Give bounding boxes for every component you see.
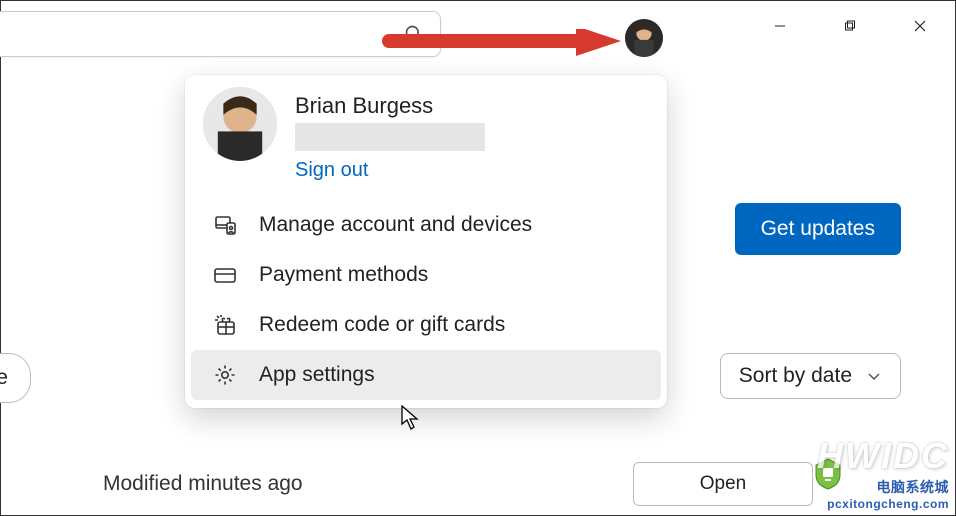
title-bar <box>1 1 955 61</box>
user-avatar <box>203 87 277 161</box>
settings-icon <box>213 363 237 387</box>
app-row: Modified minutes ago Open <box>1 455 955 513</box>
profile-avatar-button[interactable] <box>625 19 663 57</box>
menu-item-label: Payment methods <box>259 263 428 287</box>
menu-item-label: Manage account and devices <box>259 213 532 237</box>
close-button[interactable] <box>885 1 955 51</box>
menu-item-label: Redeem code or gift cards <box>259 313 505 337</box>
minimize-button[interactable] <box>745 1 815 51</box>
sign-out-link[interactable]: Sign out <box>295 159 368 182</box>
menu-item-app-settings[interactable]: App settings <box>191 350 661 400</box>
search-input[interactable] <box>0 11 441 57</box>
open-button[interactable]: Open <box>633 462 813 506</box>
mouse-cursor <box>401 405 421 431</box>
window-controls <box>745 1 955 51</box>
sort-label: Sort by date <box>739 364 852 388</box>
menu-item-redeem-code[interactable]: Redeem code or gift cards <box>191 300 661 350</box>
menu-item-manage-account[interactable]: Manage account and devices <box>191 200 661 250</box>
user-menu-header: Brian Burgess Sign out <box>185 75 667 200</box>
user-email-redacted <box>295 123 485 151</box>
user-name: Brian Burgess <box>295 93 485 119</box>
user-menu-popup: Brian Burgess Sign out Manage account an… <box>185 75 667 408</box>
menu-item-payment-methods[interactable]: Payment methods <box>191 250 661 300</box>
redeem-icon <box>213 313 237 337</box>
watermark-logo <box>813 457 843 491</box>
sort-by-button[interactable]: Sort by date <box>720 353 901 399</box>
menu-item-label: App settings <box>259 363 375 387</box>
search-icon <box>404 24 424 44</box>
modified-text: Modified minutes ago <box>103 472 303 496</box>
payment-icon <box>213 263 237 287</box>
maximize-button[interactable] <box>815 1 885 51</box>
account-devices-icon <box>213 213 237 237</box>
filter-pill-with-device[interactable]: with device <box>0 353 31 403</box>
get-updates-button[interactable]: Get updates <box>735 203 901 255</box>
chevron-down-icon <box>866 368 882 384</box>
